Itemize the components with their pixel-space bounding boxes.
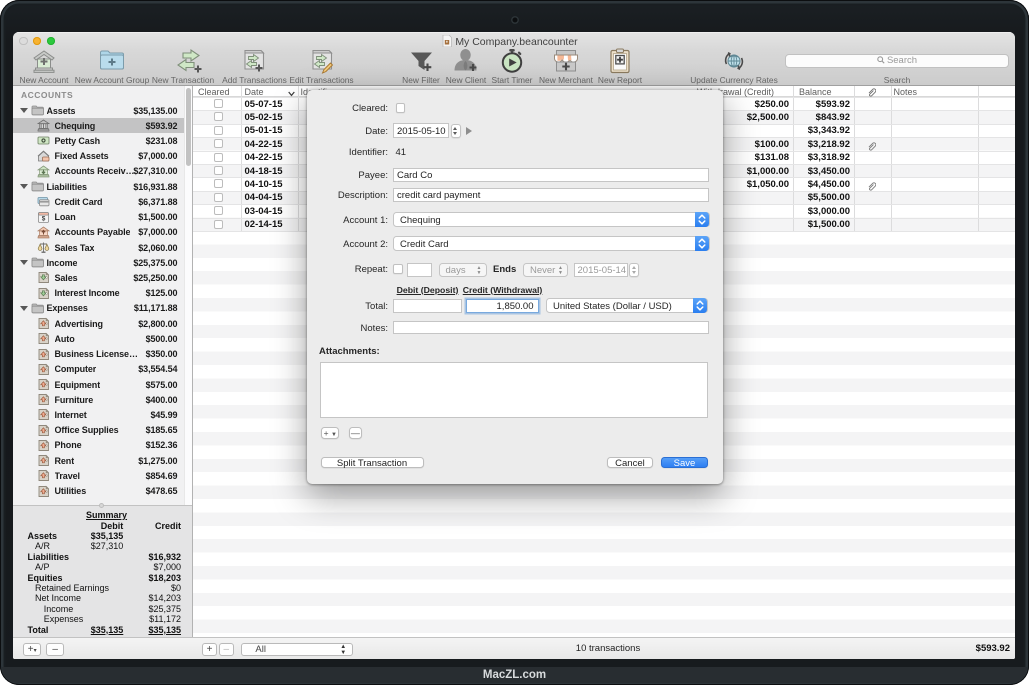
svg-text:$: $	[41, 215, 45, 222]
